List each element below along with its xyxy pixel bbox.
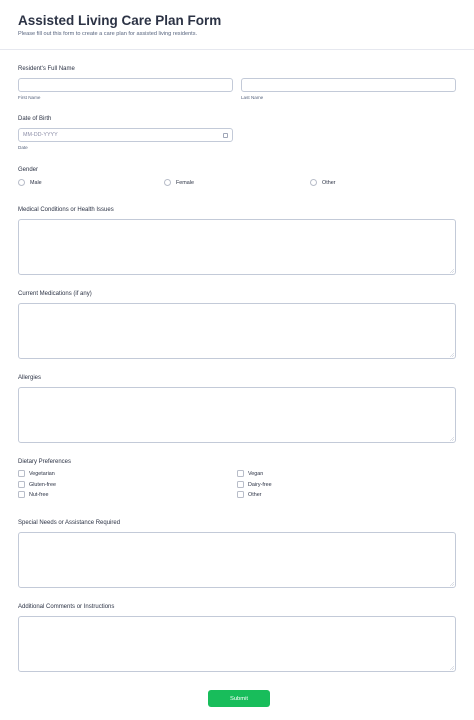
dietary-option-label: Nut-free xyxy=(29,491,49,498)
radio-button[interactable] xyxy=(310,179,317,186)
checkbox[interactable] xyxy=(237,470,244,477)
full-name-label: Resident's Full Name xyxy=(18,66,75,72)
checkbox[interactable] xyxy=(237,491,244,498)
medical-conditions-label: Medical Conditions or Health Issues xyxy=(18,207,114,213)
additional-comments-label: Additional Comments or Instructions xyxy=(18,604,115,610)
resize-grip[interactable] xyxy=(450,666,454,670)
allergies-label: Allergies xyxy=(18,375,42,381)
form-subtitle: Please fill out this form to create a ca… xyxy=(18,31,198,37)
gender-label: Gender xyxy=(18,167,39,173)
gender-option-female[interactable]: Female xyxy=(164,179,194,186)
additional-comments-textarea[interactable] xyxy=(18,616,456,672)
checkbox[interactable] xyxy=(18,470,25,477)
dietary-option-vegetarian[interactable]: Vegetarian xyxy=(18,470,55,477)
checkbox[interactable] xyxy=(18,491,25,498)
dietary-option-label: Vegetarian xyxy=(29,470,55,477)
last-name-input[interactable] xyxy=(241,78,456,92)
resize-grip[interactable] xyxy=(450,353,454,357)
resize-grip[interactable] xyxy=(450,582,454,586)
gender-option-male[interactable]: Male xyxy=(18,179,42,186)
header-divider xyxy=(0,49,474,50)
gender-option-other[interactable]: Other xyxy=(310,179,335,186)
dob-sublabel: Date xyxy=(18,145,28,150)
checkbox[interactable] xyxy=(237,481,244,488)
medical-conditions-textarea[interactable] xyxy=(18,219,456,275)
dietary-preferences-label: Dietary Preferences xyxy=(18,459,72,465)
dob-input[interactable]: MM-DD-YYYY xyxy=(18,128,233,142)
special-needs-label: Special Needs or Assistance Required xyxy=(18,520,121,526)
first-name-input[interactable] xyxy=(18,78,233,92)
submit-button[interactable]: Submit xyxy=(208,690,270,707)
dietary-option-label: Vegan xyxy=(248,470,264,477)
dietary-option-label: Other xyxy=(248,491,262,498)
dietary-option-label: Dairy-free xyxy=(248,481,272,488)
dob-placeholder: MM-DD-YYYY xyxy=(23,132,58,138)
dietary-option-other[interactable]: Other xyxy=(237,491,261,498)
resize-grip[interactable] xyxy=(450,437,454,441)
dietary-option-vegan[interactable]: Vegan xyxy=(237,470,263,477)
gender-option-label: Male xyxy=(30,179,42,186)
dietary-option-gluten-free[interactable]: Gluten-free xyxy=(18,481,56,488)
form-title: Assisted Living Care Plan Form xyxy=(18,13,222,28)
medications-textarea[interactable] xyxy=(18,303,456,359)
special-needs-textarea[interactable] xyxy=(18,532,456,588)
dietary-option-label: Gluten-free xyxy=(29,481,56,488)
allergies-textarea[interactable] xyxy=(18,387,456,443)
calendar-icon[interactable] xyxy=(223,132,228,138)
radio-button[interactable] xyxy=(164,179,171,186)
medications-label: Current Medications (if any) xyxy=(18,291,92,297)
dob-label: Date of Birth xyxy=(18,116,52,122)
radio-button[interactable] xyxy=(18,179,25,186)
resize-grip[interactable] xyxy=(450,269,454,273)
dietary-option-dairy-free[interactable]: Dairy-free xyxy=(237,481,272,488)
gender-option-label: Other xyxy=(322,179,336,186)
checkbox[interactable] xyxy=(18,481,25,488)
dietary-option-nut-free[interactable]: Nut-free xyxy=(18,491,48,498)
first-name-sublabel: First Name xyxy=(18,95,41,100)
gender-option-label: Female xyxy=(176,179,194,186)
last-name-sublabel: Last Name xyxy=(241,95,264,100)
